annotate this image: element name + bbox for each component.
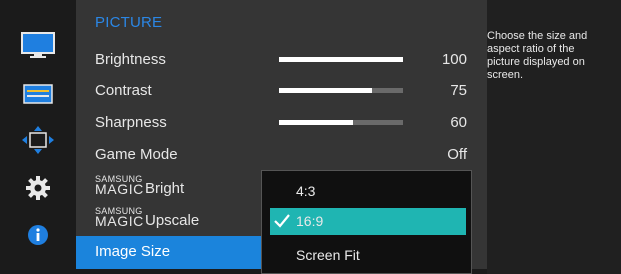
option-label: 4:3 <box>296 183 316 199</box>
contrast-slider[interactable] <box>279 88 403 93</box>
slider-fill <box>279 120 354 125</box>
help-line: screen. <box>487 69 524 81</box>
help-panel: Choose the size and aspect ratio of the … <box>487 0 621 274</box>
slider-fill <box>279 57 403 62</box>
menu-item-label: Image Size <box>95 243 171 260</box>
osd-menu: PICTURE Brightness 100 Contrast 75 Sharp… <box>0 0 621 274</box>
slider-fill <box>279 88 372 93</box>
help-line: aspect ratio of the <box>487 43 575 55</box>
menu-item-sharpness[interactable]: Sharpness 60 <box>76 108 487 138</box>
menu-item-value: 60 <box>450 114 467 131</box>
picture-icon[interactable] <box>0 28 76 64</box>
image-size-submenu: 4:3 16:9 Screen Fit <box>261 170 472 274</box>
menu-title: PICTURE <box>95 14 163 31</box>
option-16-9[interactable]: 16:9 <box>270 208 466 235</box>
menu-item-label: Sharpness <box>95 114 167 131</box>
option-4-3[interactable]: 4:3 <box>270 178 466 205</box>
help-line: Choose the size and <box>487 30 588 42</box>
magic-brand: MAGIC <box>95 213 144 229</box>
menu-item-label: Bright <box>145 180 185 197</box>
onscreen-display-icon[interactable] <box>0 76 76 112</box>
menu-item-label: Contrast <box>95 82 152 99</box>
menu-item-label: Upscale <box>145 212 200 229</box>
magic-brand: MAGIC <box>95 181 144 197</box>
option-label: Screen Fit <box>296 247 360 263</box>
menu-item-value: 75 <box>450 82 467 99</box>
help-line: picture displayed on <box>487 56 585 68</box>
sidebar <box>0 0 76 274</box>
menu-item-game-mode[interactable]: Game Mode Off <box>76 140 487 170</box>
menu-item-value: 100 <box>441 51 467 68</box>
brightness-slider[interactable] <box>279 57 403 62</box>
sharpness-slider[interactable] <box>279 120 403 125</box>
checkmark-icon <box>274 214 290 233</box>
menu-item-image-size[interactable]: Image Size <box>76 236 261 269</box>
menu-item-value: Off <box>447 146 467 163</box>
info-icon[interactable] <box>0 217 76 253</box>
option-screen-fit[interactable]: Screen Fit <box>270 242 466 269</box>
option-label: 16:9 <box>296 213 324 229</box>
menu-item-brightness[interactable]: Brightness 100 <box>76 45 487 75</box>
menu-item-label: Brightness <box>95 51 166 68</box>
menu-item-label: Game Mode <box>95 146 178 163</box>
menu-item-contrast[interactable]: Contrast 75 <box>76 76 487 106</box>
position-icon[interactable] <box>0 122 76 158</box>
help-text: Choose the size and aspect ratio of the … <box>487 30 621 82</box>
settings-gear-icon[interactable] <box>0 170 76 206</box>
